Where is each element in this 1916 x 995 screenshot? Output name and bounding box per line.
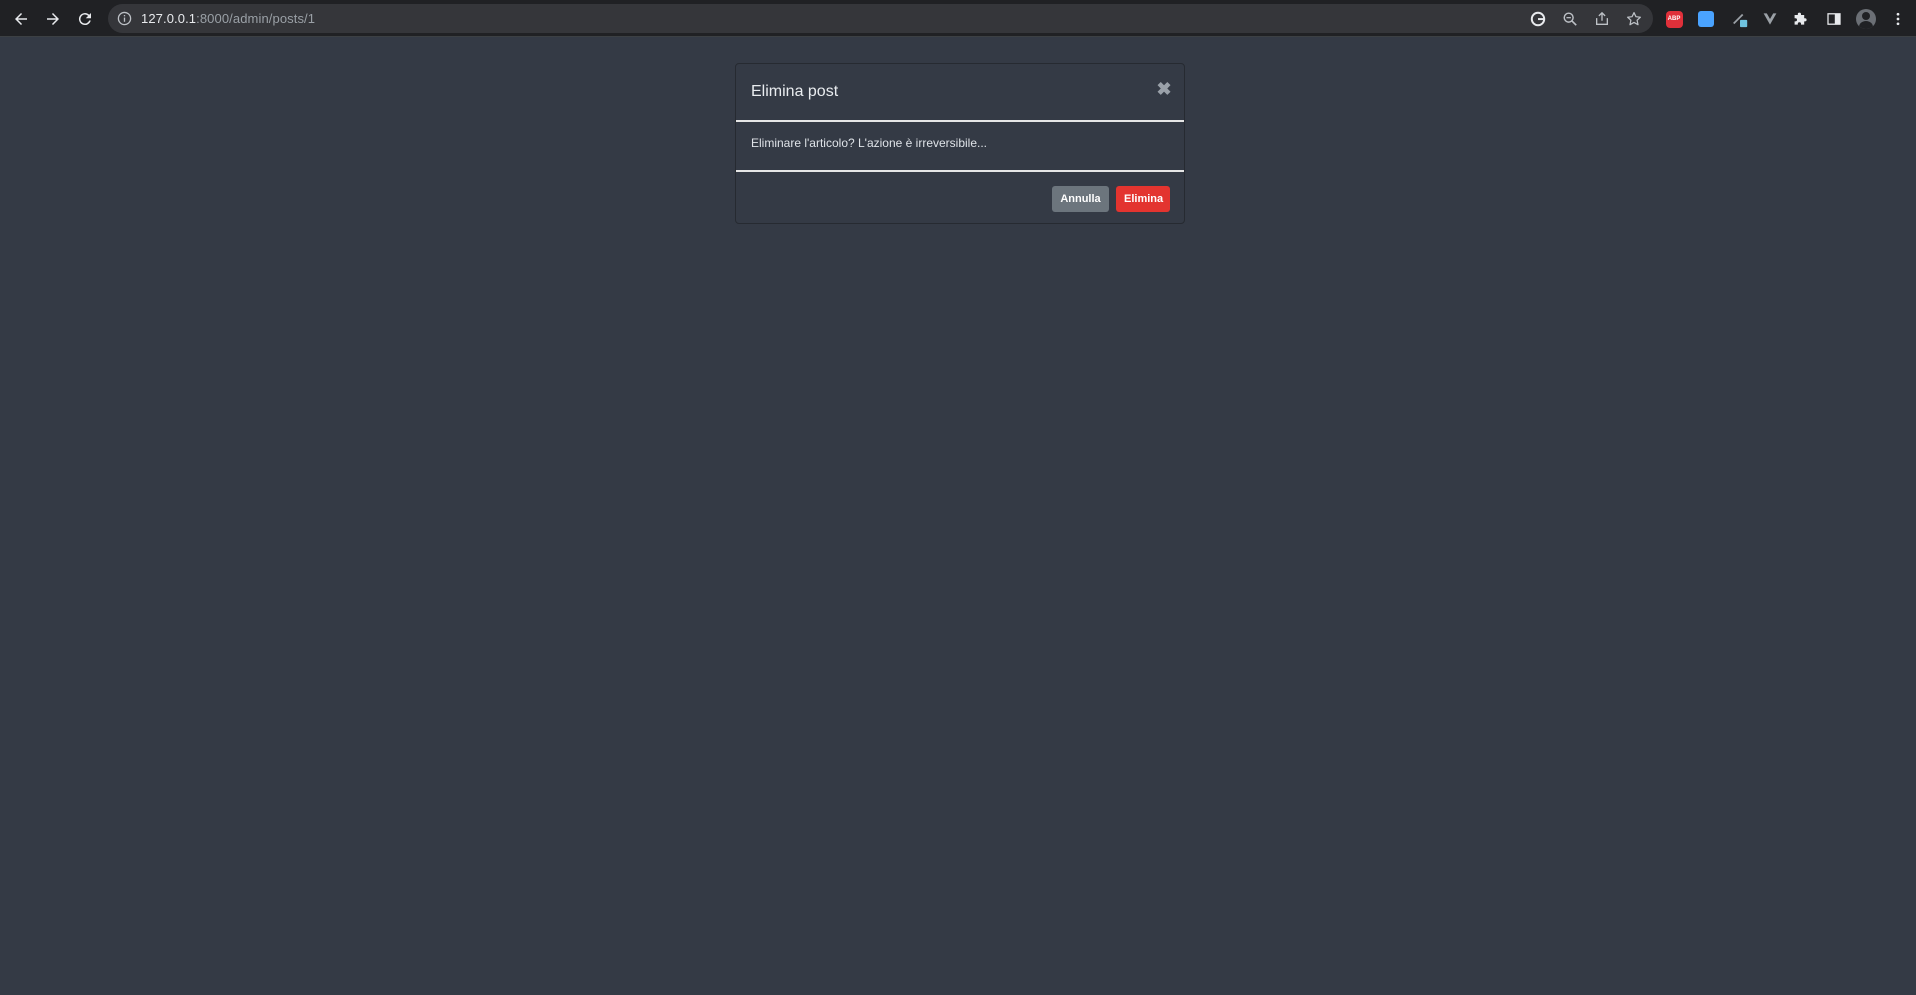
modal-title: Elimina post xyxy=(751,83,839,100)
browser-toolbar: 127.0.0.1:8000/admin/posts/1 ABP xyxy=(0,0,1916,37)
more-menu-icon[interactable] xyxy=(1888,9,1908,29)
reload-icon xyxy=(78,13,91,26)
info-icon[interactable] xyxy=(117,11,132,26)
cancel-button[interactable]: Annulla xyxy=(1052,186,1109,212)
arrow-left-icon xyxy=(15,13,27,25)
arrow-right-icon xyxy=(47,13,59,25)
bookmark-star-icon[interactable] xyxy=(1625,10,1643,28)
google-lens-icon[interactable] xyxy=(1529,10,1547,28)
delete-post-modal: Elimina post ✖ Eliminare l'articolo? L'a… xyxy=(735,63,1185,224)
forward-button[interactable] xyxy=(40,6,66,32)
url-text[interactable]: 127.0.0.1:8000/admin/posts/1 xyxy=(141,11,315,26)
confirmation-message: Eliminare l'articolo? L'azione è irrever… xyxy=(751,136,988,150)
address-bar[interactable]: 127.0.0.1:8000/admin/posts/1 xyxy=(108,4,1653,33)
side-panel-icon[interactable] xyxy=(1824,9,1844,29)
delete-button[interactable]: Elimina xyxy=(1116,186,1170,212)
vuejs-devtools-icon[interactable] xyxy=(1760,9,1780,29)
back-button[interactable] xyxy=(8,6,34,32)
close-icon[interactable]: ✖ xyxy=(1156,80,1172,98)
modal-header: Elimina post ✖ xyxy=(736,64,1184,122)
reload-button[interactable] xyxy=(72,6,98,32)
modal-footer: Annulla Elimina xyxy=(736,172,1184,223)
share-icon[interactable] xyxy=(1593,10,1611,28)
abp-icon[interactable]: ABP xyxy=(1664,9,1684,29)
pen-extension-icon[interactable] xyxy=(1730,9,1750,29)
cloud-extension-icon[interactable] xyxy=(1696,9,1716,29)
url-path: :8000/admin/posts/1 xyxy=(196,11,316,26)
modal-body: Eliminare l'articolo? L'azione è irrever… xyxy=(736,122,1184,172)
url-host: 127.0.0.1 xyxy=(141,11,197,26)
abp-label: ABP xyxy=(1665,10,1683,28)
zoom-icon[interactable] xyxy=(1561,10,1579,28)
profile-avatar[interactable] xyxy=(1856,9,1876,29)
puzzle-extensions-icon[interactable] xyxy=(1791,9,1811,29)
